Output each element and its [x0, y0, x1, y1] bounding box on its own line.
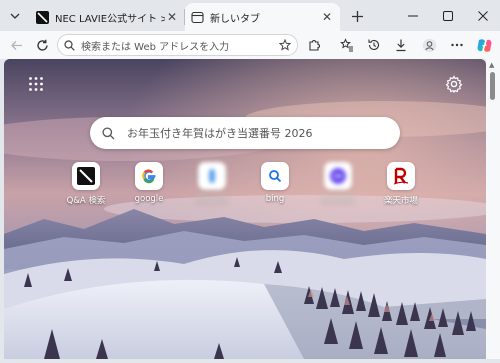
search-query-text: お年玉付き年賀はがき当選番号 2026: [127, 127, 313, 140]
tab-nec-lavie[interactable]: NEC LAVIE公式サイト > サービス ✕: [30, 3, 185, 31]
quick-link-google[interactable]: google: [118, 162, 180, 204]
quick-link-tile: [387, 162, 415, 190]
back-button[interactable]: [5, 34, 27, 56]
copilot-icon: [477, 38, 491, 52]
history-button[interactable]: [363, 34, 385, 56]
window-bottom-edge: [0, 359, 500, 363]
quick-link-qa-search[interactable]: Q&A 検索: [55, 162, 117, 206]
quick-link-tile: [261, 162, 289, 190]
tab-title: NEC LAVIE公式サイト > サービス: [55, 13, 165, 25]
quick-link-label-blurred: ░░░░░: [321, 194, 355, 204]
copilot-button[interactable]: [473, 34, 495, 56]
nec-square-icon: [77, 167, 95, 185]
quick-link-blurred-2[interactable]: ░░░░░: [307, 162, 369, 204]
bing-search-icon: [269, 170, 282, 183]
chevron-down-icon: [10, 13, 20, 19]
quick-link-label: 楽天市場: [383, 196, 418, 206]
tab-strip: NEC LAVIE公式サイト > サービス ✕ 新しいタブ ✕: [0, 0, 500, 31]
maximize-icon: [442, 10, 453, 21]
quick-link-label: google: [134, 194, 164, 204]
refresh-button[interactable]: [31, 34, 53, 56]
profile-button[interactable]: [418, 34, 440, 56]
close-icon: [477, 10, 488, 21]
back-arrow-icon: [10, 40, 22, 50]
scrollbar-thumb[interactable]: [490, 72, 495, 100]
close-window-button[interactable]: [465, 0, 500, 31]
rakuten-icon: [393, 167, 409, 185]
google-icon: [142, 169, 156, 184]
address-placeholder: 検索または Web アドレスを入力: [81, 41, 230, 53]
minimize-icon: [407, 15, 418, 16]
download-icon: [396, 39, 406, 52]
quick-link-tile: [324, 162, 352, 190]
new-tab-page: お年玉付き年賀はがき当選番号 2026 Q&A 検索 google ░░░░░ …: [4, 59, 486, 359]
navigation-toolbar: 検索または Web アドレスを入力: [0, 31, 500, 59]
scroll-up-arrow-icon[interactable]: ▲: [489, 61, 494, 69]
tab-close-icon[interactable]: ✕: [165, 10, 179, 24]
quick-link-tile: [198, 162, 226, 190]
puzzle-icon: [309, 40, 320, 51]
extensions-button[interactable]: [303, 34, 325, 56]
tab-close-icon[interactable]: ✕: [320, 10, 334, 24]
blurred-site-icon: [330, 168, 346, 184]
apps-launcher-button[interactable]: [28, 76, 44, 92]
tab-actions-menu-button[interactable]: [4, 5, 26, 27]
nec-site-favicon-icon: [36, 10, 49, 24]
profile-avatar-icon: [422, 38, 436, 52]
favorites-star-list-icon: [340, 38, 353, 52]
quick-link-blurred-1[interactable]: ░░░░░: [181, 162, 243, 204]
quick-link-label: bing: [265, 194, 285, 204]
blurred-site-icon: [209, 169, 215, 183]
minimize-button[interactable]: [395, 0, 430, 31]
favorites-button[interactable]: [336, 34, 358, 56]
grid-dots-icon: [29, 77, 43, 91]
quick-link-label: Q&A 検索: [66, 196, 106, 206]
quick-link-bing[interactable]: bing: [244, 162, 306, 204]
favorite-star-icon[interactable]: [279, 39, 291, 51]
new-tab-button[interactable]: [346, 5, 368, 27]
search-icon: [102, 126, 115, 139]
address-bar[interactable]: 検索または Web アドレスを入力: [57, 34, 298, 56]
tab-title: 新しいタブ: [210, 13, 260, 25]
gear-icon: [445, 75, 463, 94]
web-search-box[interactable]: お年玉付き年賀はがき当選番号 2026: [90, 117, 400, 149]
refresh-icon: [36, 39, 48, 51]
plus-icon: [351, 10, 363, 22]
history-icon: [368, 39, 380, 50]
vertical-scrollbar[interactable]: ▲: [486, 59, 500, 359]
new-tab-favicon-icon: [191, 11, 204, 23]
quick-links: Q&A 検索 google ░░░░░ bing ░░░░░ 楽天市場: [55, 162, 435, 212]
downloads-button[interactable]: [390, 34, 412, 56]
quick-link-rakuten[interactable]: 楽天市場: [370, 162, 432, 206]
quick-link-tile: [135, 162, 163, 190]
quick-link-tile: [72, 162, 100, 190]
tab-new-tab[interactable]: 新しいタブ ✕: [185, 3, 340, 31]
page-settings-button[interactable]: [445, 75, 463, 94]
quick-link-label-blurred: ░░░░░: [195, 194, 229, 204]
settings-and-more-button[interactable]: [446, 34, 468, 56]
maximize-button[interactable]: [430, 0, 465, 31]
search-icon: [64, 39, 75, 51]
more-dots-icon: [451, 43, 463, 47]
